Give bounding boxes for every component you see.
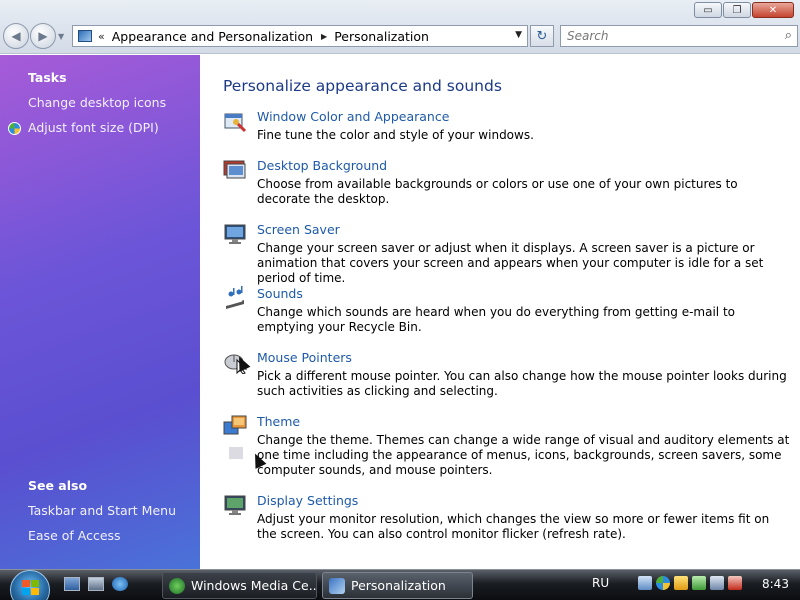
search-icon[interactable]: ⌕ [785, 28, 792, 43]
screen-saver-icon [224, 224, 246, 244]
taskbar-item-label: Windows Media Ce... [191, 578, 317, 593]
window-color-link[interactable]: Window Color and Appearance [257, 109, 449, 124]
title-bar: ▭ ❐ ✕ ◀ ▶ ▼ « Appearance and Personaliza… [0, 0, 800, 54]
search-box[interactable]: ⌕ [560, 25, 798, 47]
connection-icon[interactable] [710, 576, 724, 590]
refresh-icon: ↻ [536, 28, 548, 44]
desktop-background-link[interactable]: Desktop Background [257, 158, 387, 173]
screen-saver-link[interactable]: Screen Saver [257, 222, 340, 237]
recent-pages-dropdown[interactable]: ▼ [58, 32, 64, 41]
breadcrumb-separator-icon[interactable]: ▶ [321, 32, 327, 41]
maximize-button[interactable]: ❐ [723, 2, 751, 18]
see-also-heading: See also [28, 478, 88, 493]
ease-of-access-link[interactable]: Ease of Access [28, 528, 121, 543]
refresh-button[interactable]: ↻ [530, 25, 554, 47]
volume-muted-icon[interactable] [728, 576, 742, 590]
shield-icon [8, 122, 21, 135]
theme-icon [223, 415, 247, 435]
display-settings-icon [224, 495, 246, 515]
windows-logo-icon [22, 580, 40, 596]
minimize-button[interactable]: ▭ [694, 2, 722, 18]
change-desktop-icons-link[interactable]: Change desktop icons [28, 95, 166, 110]
taskbar-item-label: Personalization [351, 578, 446, 593]
display-settings-link[interactable]: Display Settings [257, 493, 358, 508]
drag-ghost-icon [229, 447, 243, 459]
media-center-icon [169, 577, 185, 594]
sounds-link[interactable]: Sounds [257, 286, 303, 301]
tasks-heading: Tasks [28, 70, 67, 85]
switch-windows-icon[interactable] [88, 577, 104, 591]
page-title: Personalize appearance and sounds [223, 77, 502, 95]
item-description: Change your screen saver or adjust when … [257, 241, 764, 285]
maximize-icon: ❐ [732, 4, 742, 16]
mouse-pointers-link[interactable]: Mouse Pointers [257, 350, 352, 365]
taskbar-item-media-center[interactable]: Windows Media Ce... [162, 572, 317, 599]
window-controls: ▭ ❐ ✕ [693, 2, 794, 18]
warning-icon[interactable] [674, 576, 688, 590]
forward-button[interactable]: ▶ [30, 23, 56, 49]
taskbar-item-personalization[interactable]: Personalization [322, 572, 473, 599]
window-color-icon [224, 113, 247, 133]
language-indicator[interactable]: RU [592, 576, 609, 590]
item-description: Change the theme. Themes can change a wi… [257, 433, 790, 477]
status-icon[interactable] [692, 576, 706, 590]
notification-area [638, 576, 746, 590]
sounds-icon [226, 286, 244, 309]
forward-arrow-icon: ▶ [38, 29, 48, 43]
close-icon: ✕ [768, 4, 778, 16]
close-button[interactable]: ✕ [752, 2, 794, 18]
item-description: Fine tune the color and style of your wi… [257, 128, 534, 142]
network-icon[interactable] [638, 576, 652, 590]
drag-ghost [229, 442, 329, 464]
clock[interactable]: 8:43 [762, 577, 789, 591]
address-dropdown-icon[interactable]: ▼ [515, 30, 522, 40]
internet-explorer-icon[interactable] [112, 577, 128, 591]
address-overflow-chevron[interactable]: « [98, 30, 105, 43]
item-description: Choose from available backgrounds or col… [257, 177, 738, 206]
control-panel-icon [78, 30, 92, 42]
main-content: Personalize appearance and sounds Window… [200, 55, 800, 569]
search-input[interactable] [567, 26, 767, 46]
item-description: Pick a different mouse pointer. You can … [257, 369, 787, 398]
security-shield-icon[interactable] [656, 576, 670, 590]
task-pane: Tasks Change desktop icons Adjust font s… [0, 55, 200, 569]
breadcrumb-appearance[interactable]: Appearance and Personalization [112, 29, 313, 44]
item-description: Adjust your monitor resolution, which ch… [257, 512, 770, 541]
desktop-background-icon [223, 160, 246, 179]
taskbar-start-menu-link[interactable]: Taskbar and Start Menu [28, 503, 176, 518]
personalization-icon [329, 577, 345, 594]
item-description: Change which sounds are heard when you d… [257, 305, 735, 334]
minimize-icon: ▭ [703, 4, 713, 16]
address-bar[interactable]: « Appearance and Personalization ▶ Perso… [72, 25, 528, 47]
theme-link[interactable]: Theme [257, 414, 300, 429]
breadcrumb-personalization[interactable]: Personalization [334, 29, 429, 44]
show-desktop-icon[interactable] [64, 577, 80, 591]
back-arrow-icon: ◀ [11, 29, 21, 43]
adjust-font-size-link[interactable]: Adjust font size (DPI) [28, 120, 159, 135]
back-button[interactable]: ◀ [3, 23, 29, 49]
